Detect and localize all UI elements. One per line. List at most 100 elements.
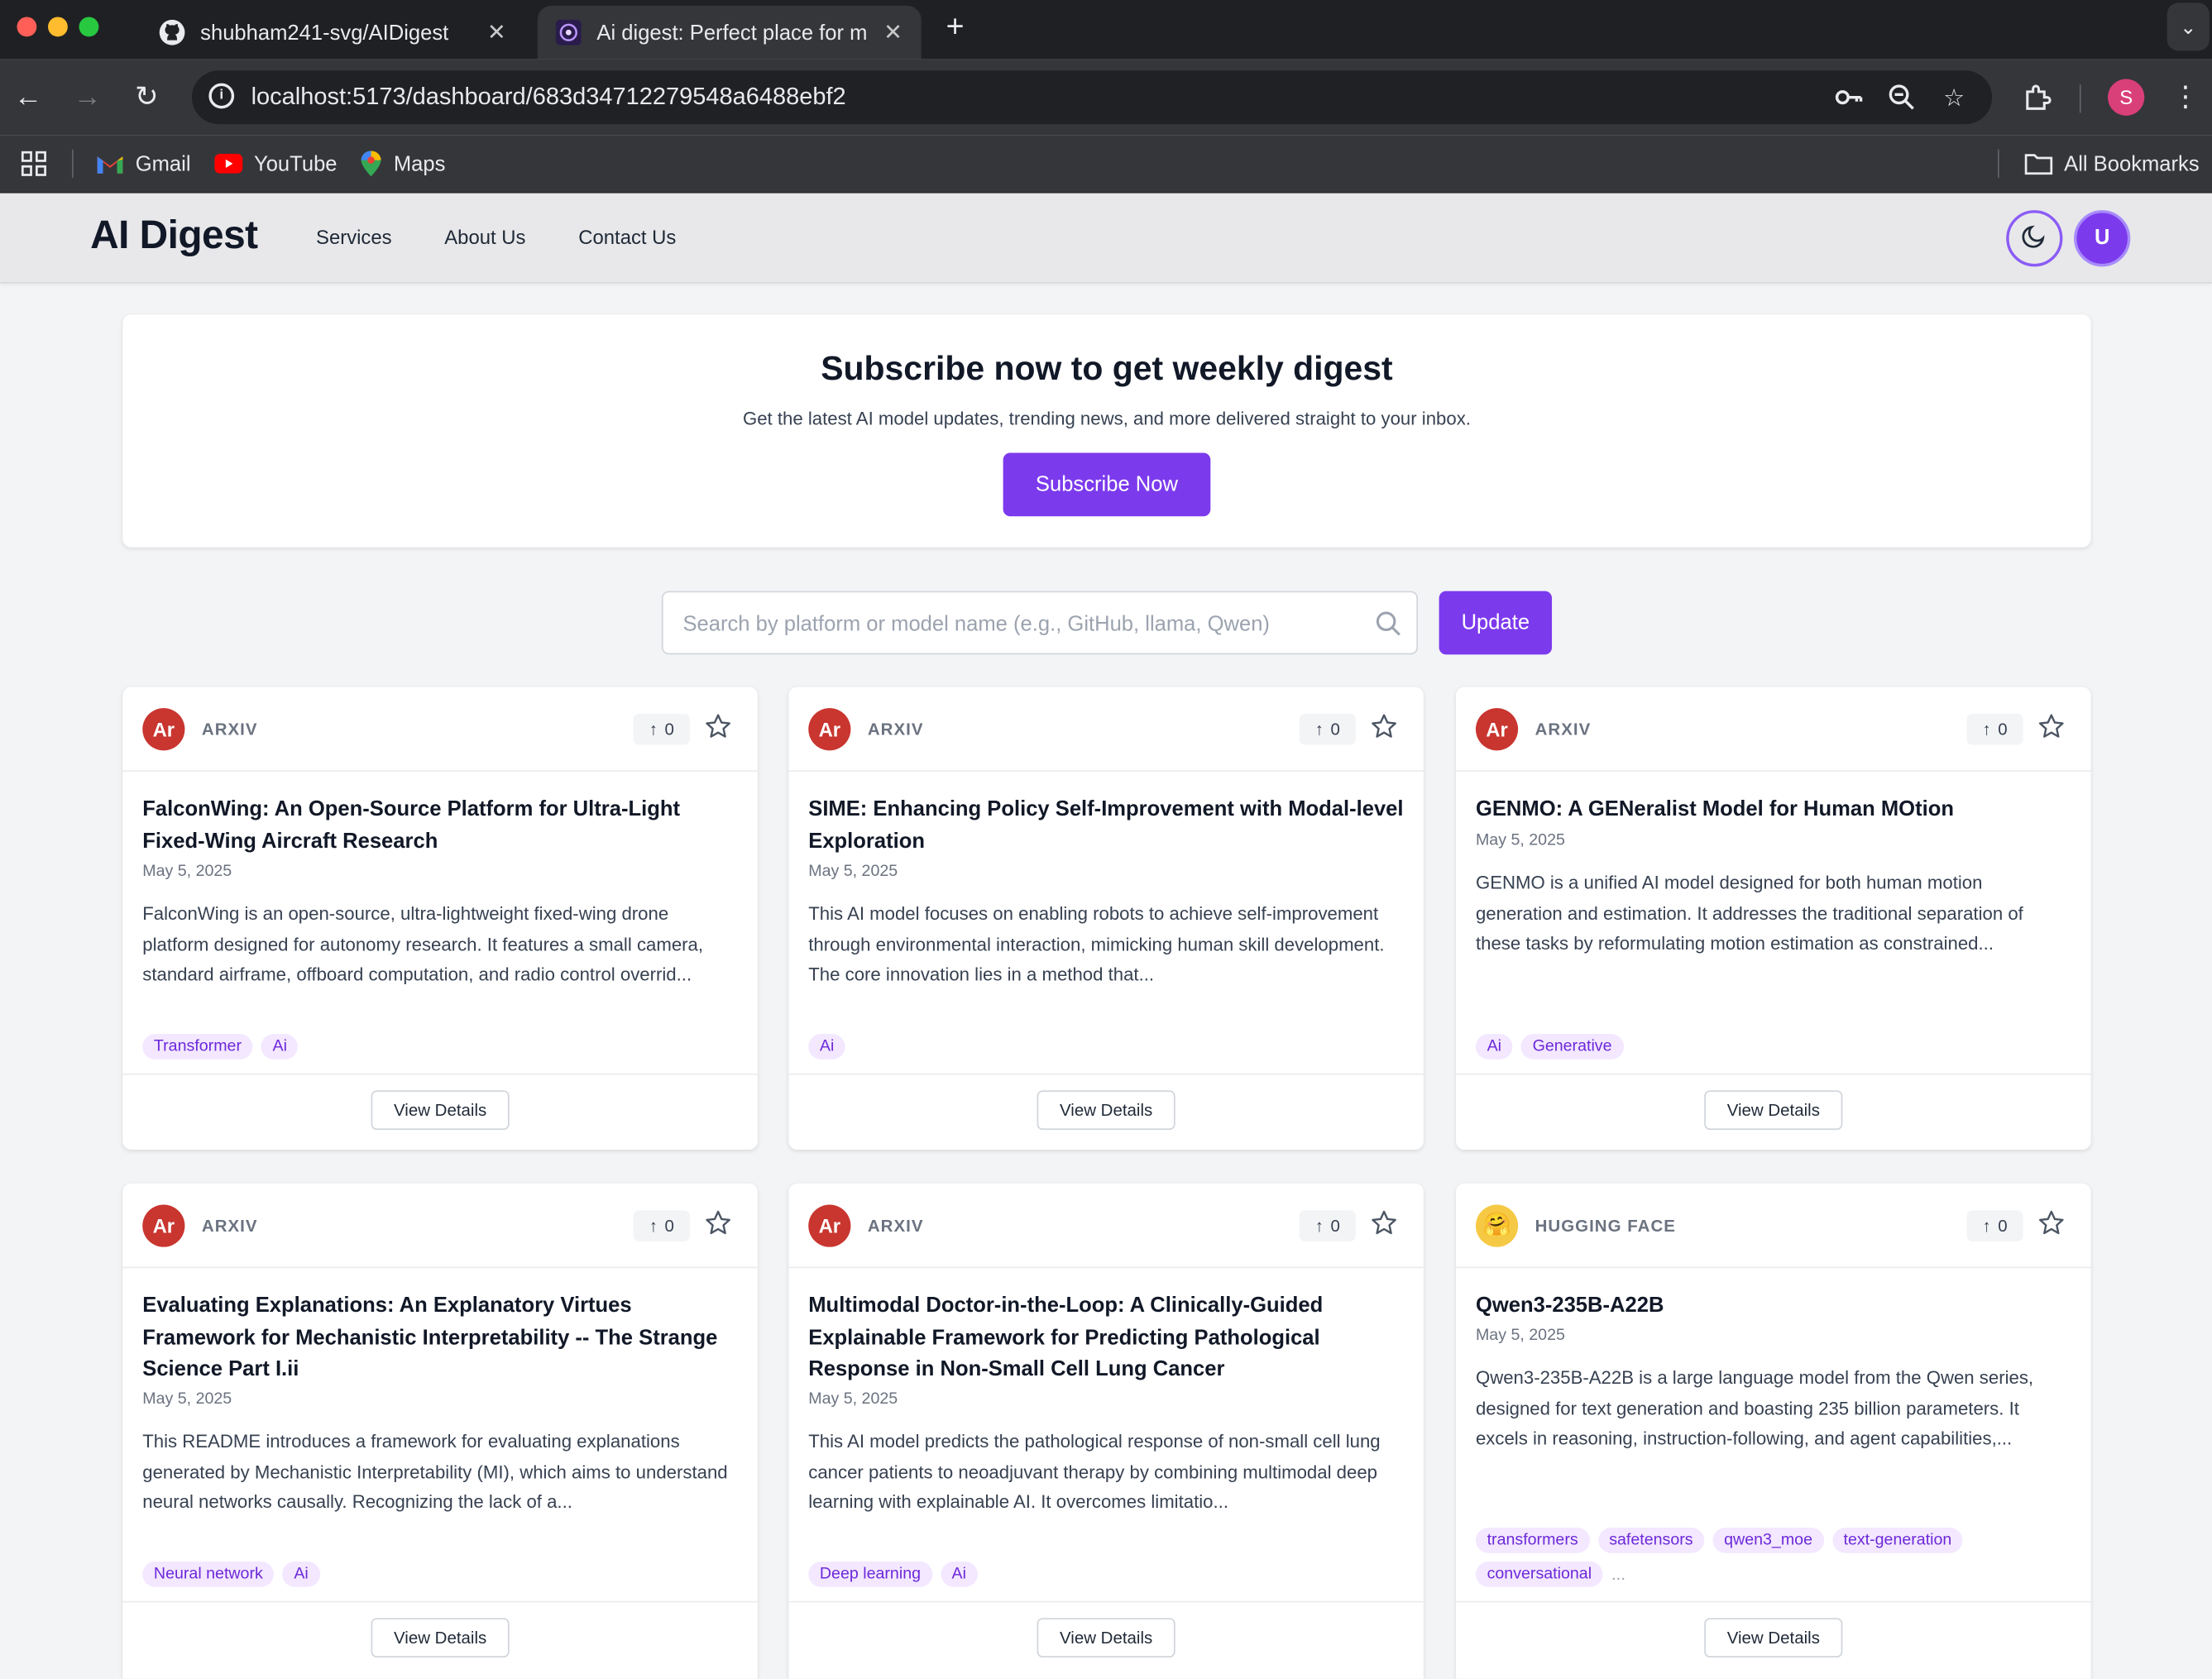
new-tab-button[interactable]: + bbox=[936, 8, 973, 45]
tag-list: Ai bbox=[808, 1034, 1404, 1060]
arxiv-logo: Ar bbox=[142, 708, 185, 751]
youtube-icon bbox=[214, 153, 243, 174]
tag-list: Ai Generative bbox=[1475, 1034, 2071, 1060]
card-title[interactable]: SIME: Enhancing Policy Self-Improvement … bbox=[808, 794, 1404, 858]
search-input[interactable] bbox=[682, 606, 1361, 641]
site-info-icon[interactable]: i bbox=[208, 83, 235, 109]
bookmark-youtube[interactable]: YouTube bbox=[214, 146, 338, 180]
tag[interactable]: conversational bbox=[1475, 1561, 1603, 1587]
arrow-up-icon: ↑ bbox=[1982, 1216, 1991, 1237]
tag[interactable]: Ai bbox=[261, 1034, 299, 1060]
card-title[interactable]: FalconWing: An Open-Source Platform for … bbox=[142, 794, 738, 858]
arrow-up-icon: ↑ bbox=[1314, 1216, 1324, 1237]
reload-icon[interactable]: ↻ bbox=[127, 78, 166, 117]
address-bar[interactable]: i localhost:5173/dashboard/683d347122795… bbox=[191, 70, 1993, 125]
view-details-button[interactable]: View Details bbox=[1704, 1090, 1843, 1131]
bookmark-star-icon[interactable]: ☆ bbox=[1937, 82, 1971, 116]
upvote-button[interactable]: ↑ 0 bbox=[1299, 713, 1356, 745]
bookmark-label: Maps bbox=[393, 151, 446, 176]
tag[interactable]: qwen3_moe bbox=[1712, 1528, 1824, 1553]
favorite-star-icon[interactable] bbox=[1370, 1209, 1398, 1245]
card-title[interactable]: GENMO: A GENeralist Model for Human MOti… bbox=[1476, 794, 2071, 825]
view-details-button[interactable]: View Details bbox=[1037, 1090, 1175, 1131]
search-icon[interactable] bbox=[1374, 610, 1402, 645]
source-name: ARXIV bbox=[1535, 719, 1592, 739]
favorite-star-icon[interactable] bbox=[704, 712, 732, 748]
view-details-button[interactable]: View Details bbox=[1704, 1618, 1843, 1657]
extensions-puzzle-icon[interactable] bbox=[2018, 78, 2057, 117]
maximize-window-button[interactable] bbox=[79, 17, 99, 37]
browser-profile-avatar[interactable]: S bbox=[2108, 79, 2145, 116]
password-key-icon[interactable] bbox=[1831, 82, 1865, 116]
browser-tab-aidigest[interactable]: Ai digest: Perfect place for m ✕ bbox=[537, 5, 922, 60]
brand-logo[interactable]: AI Digest bbox=[90, 213, 258, 259]
source-name: ARXIV bbox=[867, 719, 924, 739]
tag[interactable]: Neural network bbox=[142, 1561, 275, 1587]
nav-about-us[interactable]: About Us bbox=[444, 226, 525, 248]
back-arrow-icon[interactable]: ← bbox=[8, 78, 48, 117]
moon-icon bbox=[2022, 222, 2047, 255]
close-window-button[interactable] bbox=[17, 17, 37, 37]
model-card: 🤗 HUGGING FACE ↑ 0 Qwen3-235B-A22B May 5,… bbox=[1456, 1183, 2091, 1679]
upvote-button[interactable]: ↑ 0 bbox=[633, 713, 690, 745]
nav-services[interactable]: Services bbox=[316, 226, 392, 248]
tag[interactable]: safetensors bbox=[1597, 1528, 1705, 1553]
card-footer: View Details bbox=[1456, 1073, 2091, 1150]
arxiv-logo: Ar bbox=[808, 708, 851, 751]
upvote-button[interactable]: ↑ 0 bbox=[1966, 713, 2023, 745]
tag[interactable]: Generative bbox=[1520, 1034, 1624, 1060]
subscribe-now-button[interactable]: Subscribe Now bbox=[1003, 452, 1211, 517]
upvote-button[interactable]: ↑ 0 bbox=[1966, 1210, 2023, 1241]
view-details-button[interactable]: View Details bbox=[371, 1618, 510, 1657]
model-card: Ar ARXIV ↑ 0 Multimodal Doctor-in-the-Loo… bbox=[788, 1183, 1424, 1679]
tag[interactable]: Transformer bbox=[142, 1034, 253, 1060]
browser-tab-github[interactable]: shubham241-svg/AIDigest ✕ bbox=[141, 6, 525, 60]
browser-menu-icon[interactable]: ⋮ bbox=[2166, 78, 2205, 117]
card-title[interactable]: Qwen3-235B-A22B bbox=[1476, 1291, 2071, 1323]
subscribe-subtitle: Get the latest AI model updates, trendin… bbox=[742, 407, 1471, 429]
vote-count: 0 bbox=[664, 719, 674, 739]
url-text[interactable]: localhost:5173/dashboard/683d34712279548… bbox=[251, 84, 846, 112]
view-details-button[interactable]: View Details bbox=[1037, 1618, 1175, 1657]
bookmark-gmail[interactable]: Gmail bbox=[96, 146, 191, 180]
source-name: ARXIV bbox=[201, 1216, 258, 1237]
upvote-button[interactable]: ↑ 0 bbox=[1299, 1210, 1356, 1241]
card-title[interactable]: Multimodal Doctor-in-the-Loop: A Clinica… bbox=[808, 1291, 1404, 1386]
theme-toggle-button[interactable] bbox=[2006, 210, 2063, 267]
maps-icon bbox=[360, 150, 382, 178]
card-header: Ar ARXIV ↑ 0 bbox=[1456, 687, 2091, 772]
minimize-window-button[interactable] bbox=[47, 17, 68, 37]
tag[interactable]: Ai bbox=[808, 1034, 845, 1060]
favorite-star-icon[interactable] bbox=[704, 1209, 732, 1245]
apps-grid-icon[interactable] bbox=[20, 146, 48, 180]
nav-contact-us[interactable]: Contact Us bbox=[578, 226, 676, 248]
update-button[interactable]: Update bbox=[1439, 591, 1553, 655]
tag[interactable]: Ai bbox=[940, 1561, 978, 1587]
all-bookmarks-button[interactable]: All Bookmarks bbox=[2024, 146, 2200, 180]
tag[interactable]: Ai bbox=[282, 1561, 320, 1587]
arxiv-logo: Ar bbox=[142, 1204, 185, 1247]
close-tab-icon[interactable]: ✕ bbox=[876, 18, 910, 46]
tag[interactable]: text-generation bbox=[1831, 1528, 1963, 1553]
tag[interactable]: Deep learning bbox=[808, 1561, 932, 1587]
zoom-icon[interactable] bbox=[1885, 82, 1919, 116]
tag[interactable]: Ai bbox=[1475, 1034, 1513, 1060]
subscribe-banner: Subscribe now to get weekly digest Get t… bbox=[122, 314, 2091, 548]
arrow-up-icon: ↑ bbox=[1314, 719, 1324, 739]
more-tags-indicator[interactable]: ... bbox=[1611, 1562, 1625, 1587]
tag[interactable]: transformers bbox=[1475, 1528, 1590, 1553]
user-avatar[interactable]: U bbox=[2074, 210, 2131, 267]
tab-search-chevron-icon[interactable]: ⌄ bbox=[2167, 2, 2210, 51]
favorite-star-icon[interactable] bbox=[1370, 712, 1398, 748]
model-card: Ar ARXIV ↑ 0 GENMO: A GENeralist Model fo… bbox=[1456, 686, 2091, 1150]
favorite-star-icon[interactable] bbox=[2037, 712, 2066, 748]
close-tab-icon[interactable]: ✕ bbox=[480, 18, 514, 46]
card-title[interactable]: Evaluating Explanations: An Explanatory … bbox=[142, 1291, 738, 1386]
vote-count: 0 bbox=[1330, 1216, 1340, 1237]
bookmark-maps[interactable]: Maps bbox=[360, 146, 446, 180]
view-details-button[interactable]: View Details bbox=[371, 1090, 510, 1131]
favorite-star-icon[interactable] bbox=[2037, 1209, 2066, 1245]
forward-arrow-icon[interactable]: → bbox=[68, 78, 108, 117]
upvote-button[interactable]: ↑ 0 bbox=[633, 1210, 690, 1241]
card-header: 🤗 HUGGING FACE ↑ 0 bbox=[1456, 1184, 2091, 1269]
